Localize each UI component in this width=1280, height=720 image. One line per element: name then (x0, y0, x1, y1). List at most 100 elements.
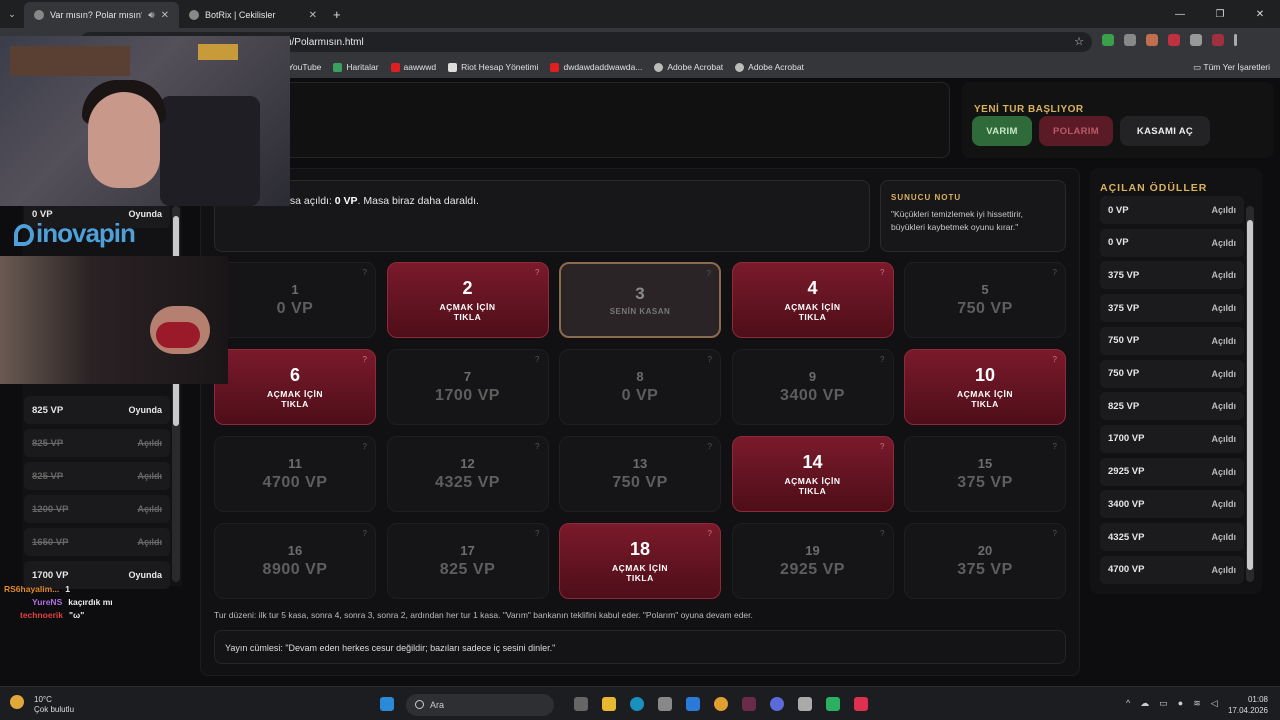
store-icon[interactable] (658, 697, 672, 711)
help-icon: ? (707, 442, 712, 451)
tab-polar[interactable]: Var mısın? Polar mısın? 🔊︎ ✕ (24, 2, 179, 28)
tab-label: Var mısın? Polar mısın? (50, 10, 143, 20)
bookmark-star-icon[interactable]: ☆ (1074, 35, 1084, 48)
reward-status: Açıldı (1211, 433, 1236, 444)
chat-message: RS6hayalim... 1 (4, 584, 70, 594)
reward-value: 750 VP (1108, 335, 1140, 347)
close-window-icon[interactable]: ✕ (1240, 0, 1280, 28)
discord-icon[interactable] (770, 697, 784, 711)
bookmark-aawwwd[interactable]: aawwwd (390, 62, 436, 72)
mic-icon[interactable]: ● (1178, 698, 1183, 709)
streamer-face (88, 92, 160, 188)
close-icon[interactable]: ✕ (309, 10, 317, 21)
bookmark-riot[interactable]: Riot Hesap Yönetimi (448, 62, 538, 72)
box-value: 375 VP (957, 474, 1013, 491)
reward-value: 1650 VP (32, 536, 69, 548)
reward-value: 750 VP (1108, 368, 1140, 379)
opened-rewards-title: AÇILAN ÖDÜLLER (1100, 182, 1208, 194)
network-icon[interactable]: ▭ (1159, 698, 1168, 709)
settings-icon[interactable] (798, 697, 812, 711)
speaker-icon[interactable]: 🔊︎ (148, 10, 154, 21)
edge-icon[interactable] (630, 697, 644, 711)
reward-row: 0 VP Açıldı (1100, 196, 1244, 224)
chevron-up-icon[interactable]: ^ (1126, 698, 1130, 709)
app-icon[interactable] (826, 697, 840, 711)
all-bookmarks[interactable]: ▭ Tüm Yer İşaretleri (1193, 62, 1270, 73)
tab-botrix[interactable]: BotRix | Cekilisler ✕ (179, 2, 327, 28)
maximize-icon[interactable]: ❐ (1200, 0, 1240, 28)
box-number: 14 (802, 452, 823, 472)
pin-icon (14, 224, 34, 247)
new-tab-button[interactable]: + (333, 7, 341, 22)
task-view-icon[interactable] (574, 697, 588, 711)
box-9: ? 9 3400 VP (731, 349, 894, 425)
taskbar-search[interactable]: Ara (406, 694, 554, 716)
clock[interactable]: 01:08 17.04.2026 (1228, 694, 1268, 716)
wifi-icon[interactable]: ≋ (1193, 698, 1201, 709)
box-18[interactable]: ? 18 AÇMAK İÇİN TIKLA (559, 523, 721, 599)
action-title: YENİ TUR BAŞLIYOR (974, 104, 1084, 115)
weather-widget[interactable]: 10°C Çok bulutlu (34, 695, 74, 715)
message-value: 0 VP (334, 195, 358, 207)
bookmark-maps[interactable]: Haritalar (333, 62, 379, 72)
box-number: 2 (462, 278, 473, 298)
bookmark-acrobat-1[interactable]: Adobe Acrobat (654, 62, 723, 72)
box-number: 11 (288, 456, 302, 471)
botrix-icon (189, 10, 199, 20)
tab-search-icon[interactable]: ⌄ (0, 9, 24, 20)
extension-icon[interactable] (1124, 34, 1136, 46)
all-bookmarks-label: Tüm Yer İşaretleri (1203, 62, 1270, 72)
varim-button[interactable]: VARIM (972, 116, 1032, 146)
close-icon[interactable]: ✕ (161, 10, 169, 21)
profile-icon[interactable] (1212, 34, 1224, 46)
reward-row: 4700 VP Açıldı (1100, 555, 1244, 584)
chat-username: technoerik (20, 610, 63, 620)
mail-icon[interactable] (686, 697, 700, 711)
box-4[interactable]: ? 4 AÇMAK İÇİN TIKLA (731, 262, 894, 338)
box-number: 15 (977, 456, 993, 471)
reward-value: 0 VP (1108, 237, 1129, 249)
bookmark-dwd[interactable]: dwdawdaddwawda... (550, 62, 642, 72)
box-6[interactable]: ? 6 AÇMAK İÇİN TIKLA (214, 349, 376, 425)
app-icon[interactable] (742, 697, 756, 711)
help-icon: ? (362, 355, 367, 364)
reward-status: Açıldı (1211, 237, 1236, 248)
box-10[interactable]: ? 10 AÇMAK İÇİN TIKLA (904, 349, 1066, 425)
box-number: 16 (287, 543, 303, 558)
bookmark-acrobat-2[interactable]: Adobe Acrobat (735, 62, 804, 72)
polarim-button[interactable]: POLARIM (1039, 116, 1113, 146)
box-2[interactable]: ? 2 AÇMAK İÇİN TIKLA (386, 262, 549, 338)
left-reward-row: 825 VP Açıldı (24, 462, 170, 490)
box-value: 750 VP (957, 300, 1013, 317)
tp-icon[interactable] (1168, 34, 1180, 46)
scrollbar-thumb[interactable] (1247, 220, 1253, 570)
app-icon[interactable] (854, 697, 868, 711)
box-number: 12 (460, 456, 475, 471)
shield-icon[interactable] (1102, 34, 1114, 46)
bookmark-youtube[interactable]: YouTube (288, 62, 321, 72)
chrome-icon[interactable] (714, 697, 728, 711)
box-14[interactable]: ? 14 AÇMAK İÇİN TIKLA (731, 436, 894, 512)
box-8: ? 8 0 VP (559, 349, 721, 425)
cloud-icon[interactable]: ☁ (1140, 698, 1149, 709)
menu-icon[interactable] (1234, 34, 1237, 46)
puzzle-icon[interactable] (1190, 34, 1202, 46)
tab-label: BotRix | Cekilisler (205, 10, 276, 20)
minimize-icon[interactable]: — (1160, 0, 1200, 28)
top-card (200, 82, 950, 158)
file-explorer-icon[interactable] (602, 697, 616, 711)
volume-icon[interactable]: ◁ (1211, 698, 1218, 709)
box-1: ? 1 0 VP (214, 262, 376, 338)
help-icon: ? (535, 529, 540, 538)
reward-value: 1700 VP (32, 569, 69, 581)
open-my-box-button[interactable]: KASAMI AÇ (1120, 116, 1210, 146)
box-value: AÇMAK İÇİN TIKLA (784, 302, 841, 322)
box-16: ? 16 8900 VP (214, 523, 376, 599)
box-number: 7 (463, 369, 472, 384)
reward-status: Oyunda (128, 570, 162, 580)
avatar-icon[interactable] (1146, 34, 1158, 46)
rewards-scrollbar[interactable] (1246, 206, 1254, 582)
box-value: AÇMAK İÇİN TIKLA (612, 563, 668, 583)
windows-start-icon[interactable] (380, 697, 394, 711)
rules-text: Tur düzeni: ilk tur 5 kasa, sonra 4, son… (214, 610, 753, 620)
